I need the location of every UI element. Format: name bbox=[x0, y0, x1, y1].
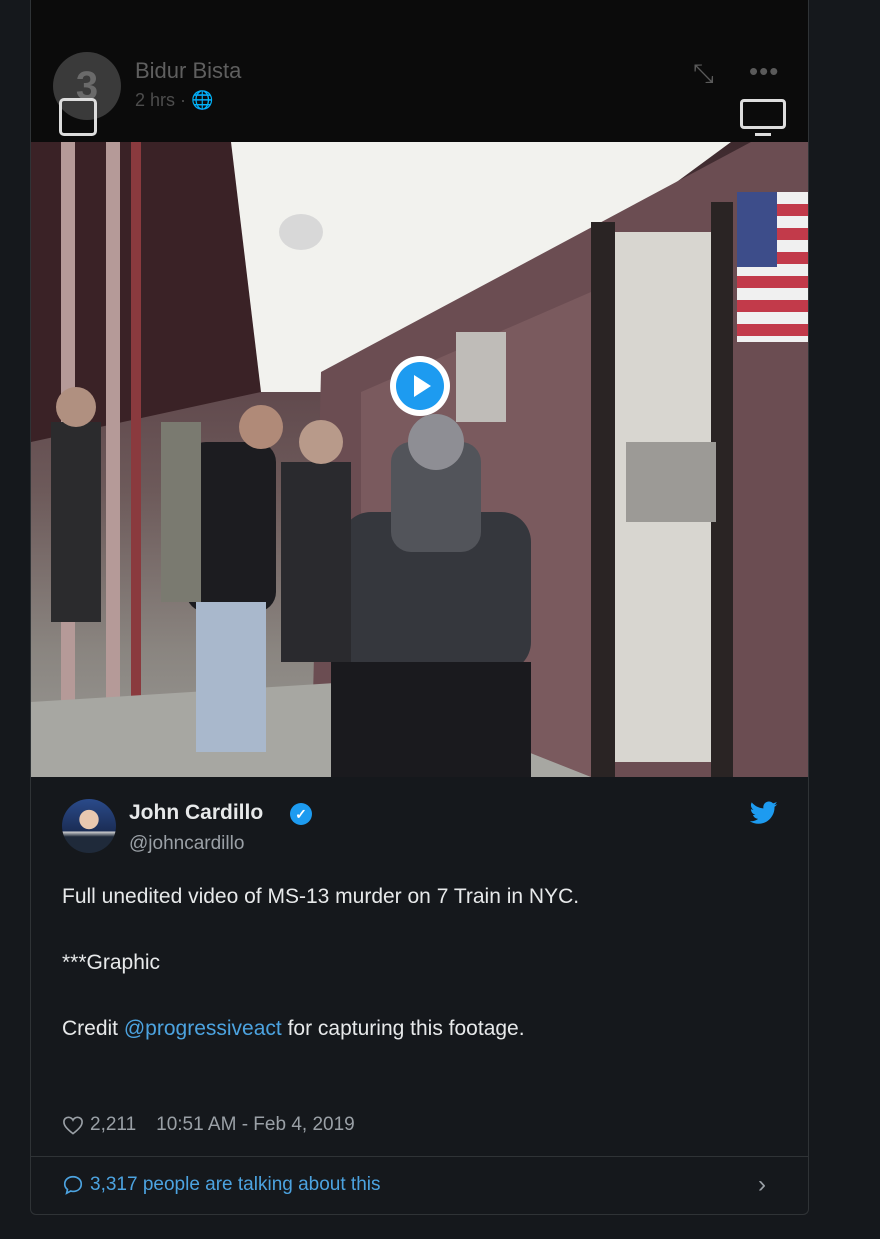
tweet-text: Full unedited video of MS-13 murder on 7… bbox=[62, 880, 782, 1078]
chevron-right-icon[interactable]: › bbox=[758, 1171, 766, 1199]
credit-suffix: for capturing this footage. bbox=[281, 1017, 525, 1040]
mention-link[interactable]: @progressiveact bbox=[124, 1017, 282, 1040]
embedded-tweet-card: 3 Bidur Bista 2 hrs · 🌐 ⤡ ••• John Cardi… bbox=[30, 0, 809, 1215]
speech-bubble-icon bbox=[63, 1175, 83, 1195]
overlay-corner-icon bbox=[59, 98, 97, 136]
talking-count[interactable]: 3,317 people are talking about this bbox=[90, 1174, 381, 1196]
flag-image bbox=[737, 192, 808, 342]
tweet-timestamp[interactable]: 10:51 AM - Feb 4, 2019 bbox=[156, 1114, 355, 1136]
play-button[interactable] bbox=[390, 356, 450, 416]
tweet-line: Credit @progressiveact for capturing thi… bbox=[62, 1012, 782, 1045]
play-icon bbox=[396, 362, 444, 410]
verified-badge-icon: ✓ bbox=[290, 803, 312, 825]
video-frame bbox=[31, 142, 808, 777]
divider bbox=[31, 1156, 808, 1157]
twitter-bird-icon[interactable] bbox=[750, 801, 778, 825]
heart-icon[interactable] bbox=[62, 1115, 84, 1135]
more-options-icon[interactable]: ••• bbox=[749, 56, 779, 87]
credit-prefix: Credit bbox=[62, 1017, 124, 1040]
display-name[interactable]: John Cardillo bbox=[129, 801, 263, 825]
overlay-post-meta: 2 hrs · 🌐 bbox=[135, 90, 214, 110]
conversation-link[interactable]: 3,317 people are talking about this bbox=[62, 1174, 381, 1196]
user-handle[interactable]: @johncardillo bbox=[129, 833, 244, 855]
avatar[interactable] bbox=[62, 799, 116, 853]
cast-icon[interactable] bbox=[740, 99, 786, 136]
expand-icon[interactable]: ⤡ bbox=[693, 58, 714, 90]
video-player[interactable]: 3 Bidur Bista 2 hrs · 🌐 ⤡ ••• bbox=[31, 0, 808, 777]
tweet-meta: 2,211 10:51 AM - Feb 4, 2019 bbox=[62, 1114, 355, 1136]
like-count[interactable]: 2,211 bbox=[90, 1114, 136, 1136]
tweet-line: Full unedited video of MS-13 murder on 7… bbox=[62, 885, 580, 908]
overlay-author-name: Bidur Bista bbox=[135, 58, 242, 83]
tweet-line: ***Graphic bbox=[62, 951, 161, 974]
video-still-image bbox=[31, 142, 808, 777]
